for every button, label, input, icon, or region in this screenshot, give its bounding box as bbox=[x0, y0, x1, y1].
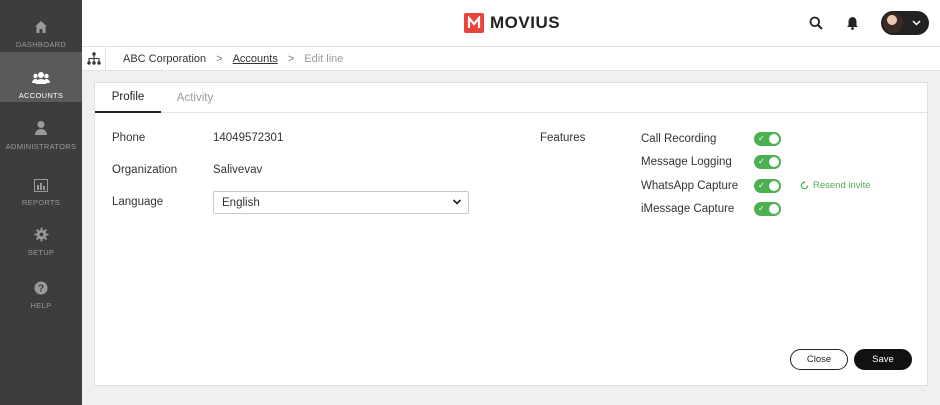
check-icon: ✓ bbox=[758, 204, 765, 213]
breadcrumb-current: Edit line bbox=[304, 52, 344, 65]
feature-label: Message Logging bbox=[641, 156, 732, 168]
users-icon bbox=[32, 63, 50, 85]
admin-icon bbox=[34, 114, 48, 136]
nav-label-administrators: ADMINISTRATORS bbox=[5, 142, 77, 151]
feature-label: Call Recording bbox=[641, 133, 717, 145]
org-tree-icon[interactable] bbox=[82, 47, 106, 70]
nav-label-setup: SETUP bbox=[27, 248, 55, 257]
check-icon: ✓ bbox=[758, 134, 765, 143]
top-header: MOVIUS bbox=[82, 0, 940, 46]
movius-logo-icon bbox=[464, 13, 484, 33]
logo-text: MOVIUS bbox=[490, 13, 561, 32]
organization-label: Organization bbox=[112, 164, 178, 176]
breadcrumb-separator: > bbox=[216, 52, 223, 65]
chevron-down-icon bbox=[452, 197, 462, 210]
edit-line-card: Profile Activity Phone 14049572301 Organ… bbox=[94, 82, 928, 386]
breadcrumb-org[interactable]: ABC Corporation bbox=[123, 53, 206, 65]
breadcrumb: ABC Corporation > Accounts > Edit line bbox=[123, 47, 343, 70]
language-label: Language bbox=[112, 196, 164, 208]
breadcrumb-separator: > bbox=[287, 52, 295, 65]
save-button[interactable]: Save bbox=[854, 349, 912, 370]
tab-activity[interactable]: Activity bbox=[161, 83, 229, 113]
whatsapp-capture-toggle[interactable]: ✓ bbox=[754, 179, 781, 193]
features-label: Features bbox=[540, 132, 586, 144]
nav-label-help: HELP bbox=[30, 301, 52, 310]
sidebar: DASHBOARD ACCOUNTS ADMINISTRATORS REPORT… bbox=[0, 0, 82, 405]
nav-label-dashboard: DASHBOARD bbox=[15, 40, 67, 49]
bell-icon[interactable] bbox=[843, 14, 861, 32]
svg-text:?: ? bbox=[38, 284, 44, 295]
tab-bar: Profile Activity bbox=[95, 83, 927, 113]
refresh-icon bbox=[800, 181, 809, 190]
nav-label-reports: REPORTS bbox=[21, 198, 61, 207]
avatar bbox=[883, 13, 903, 33]
movius-logo: MOVIUS bbox=[464, 13, 560, 33]
resend-invite-link[interactable]: Resend invite bbox=[800, 180, 871, 191]
breadcrumb-accounts[interactable]: Accounts bbox=[233, 53, 278, 65]
nav-item-setup[interactable]: SETUP bbox=[0, 220, 82, 268]
phone-value: 14049572301 bbox=[213, 132, 284, 144]
breadcrumb-bar: ABC Corporation > Accounts > Edit line bbox=[82, 46, 940, 71]
language-select[interactable]: English bbox=[213, 191, 469, 214]
resend-invite-label: Resend invite bbox=[813, 180, 871, 191]
search-icon[interactable] bbox=[807, 14, 825, 32]
organization-value: Salivevav bbox=[213, 164, 263, 176]
check-icon: ✓ bbox=[758, 157, 765, 166]
user-menu-button[interactable] bbox=[881, 11, 929, 35]
feature-label: iMessage Capture bbox=[641, 203, 735, 215]
message-logging-toggle[interactable]: ✓ bbox=[754, 155, 781, 169]
tab-profile[interactable]: Profile bbox=[95, 83, 161, 113]
home-icon bbox=[34, 12, 48, 34]
nav-item-accounts[interactable]: ACCOUNTS bbox=[0, 52, 82, 102]
language-select-value: English bbox=[222, 196, 260, 209]
nav-item-reports[interactable]: REPORTS bbox=[0, 170, 82, 218]
close-button[interactable]: Close bbox=[790, 349, 848, 370]
reports-icon bbox=[34, 170, 48, 192]
check-icon: ✓ bbox=[758, 181, 765, 190]
nav-item-administrators[interactable]: ADMINISTRATORS bbox=[0, 114, 82, 162]
help-icon: ? bbox=[34, 273, 48, 295]
feature-label: WhatsApp Capture bbox=[641, 180, 739, 192]
imessage-capture-toggle[interactable]: ✓ bbox=[754, 202, 781, 216]
nav-label-accounts: ACCOUNTS bbox=[18, 91, 64, 100]
call-recording-toggle[interactable]: ✓ bbox=[754, 132, 781, 146]
gear-icon bbox=[33, 220, 49, 242]
nav-item-help[interactable]: ? HELP bbox=[0, 273, 82, 321]
phone-label: Phone bbox=[112, 132, 146, 144]
chevron-down-icon bbox=[912, 20, 921, 26]
